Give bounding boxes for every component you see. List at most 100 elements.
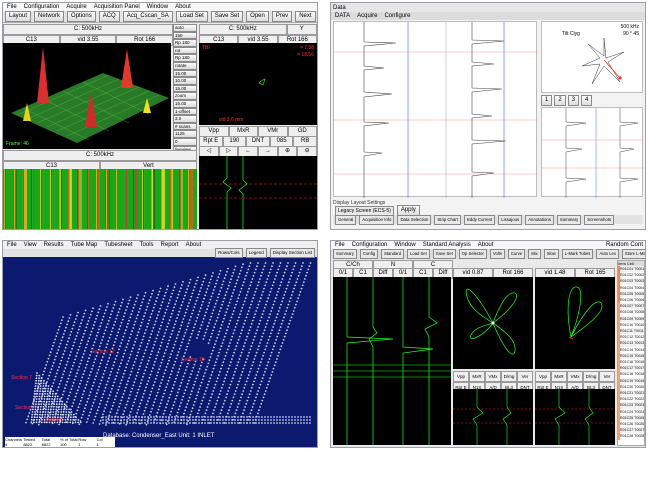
- tube-dot[interactable]: [39, 411, 42, 413]
- tube-dot[interactable]: [144, 419, 146, 421]
- tube-dot[interactable]: [84, 309, 87, 312]
- tube-dot[interactable]: [75, 416, 77, 419]
- tube-dot[interactable]: [184, 331, 187, 334]
- tube-dot[interactable]: [115, 317, 118, 320]
- tube-dot[interactable]: [144, 349, 147, 352]
- tube-dot[interactable]: [117, 409, 119, 411]
- tube-dot[interactable]: [49, 387, 52, 390]
- tube-dot[interactable]: [264, 348, 267, 351]
- tube-dot[interactable]: [252, 338, 255, 341]
- tube-dot[interactable]: [306, 422, 308, 424]
- tube-dot[interactable]: [57, 349, 60, 351]
- tube-dot[interactable]: [72, 402, 75, 404]
- tube-dot[interactable]: [78, 386, 80, 388]
- tube-dot[interactable]: [218, 330, 221, 333]
- tube-dot[interactable]: [230, 316, 233, 319]
- tube-dot[interactable]: [43, 370, 45, 373]
- tube-dot[interactable]: [231, 377, 234, 380]
- q2-tab[interactable]: Summary: [556, 214, 582, 225]
- tube-dot[interactable]: [190, 390, 193, 393]
- tube-dot[interactable]: [111, 387, 113, 390]
- tube-dot[interactable]: [92, 364, 94, 367]
- tube-dot[interactable]: [64, 421, 66, 424]
- tube-dot[interactable]: [86, 343, 88, 346]
- tube-dot[interactable]: [124, 369, 126, 372]
- tube-dot[interactable]: [270, 374, 273, 376]
- tube-dot[interactable]: [202, 375, 205, 378]
- tube-dot[interactable]: [165, 386, 168, 389]
- tube-dot[interactable]: [259, 361, 262, 364]
- tube-dot[interactable]: [80, 322, 82, 325]
- tube-dot[interactable]: [154, 360, 156, 363]
- tube-dot[interactable]: [73, 361, 75, 364]
- tube-dot[interactable]: [167, 342, 170, 345]
- tube-dot[interactable]: [129, 373, 132, 376]
- tube-dot[interactable]: [218, 351, 221, 354]
- tube-dot[interactable]: [125, 403, 128, 406]
- tube-dot[interactable]: [117, 311, 120, 314]
- tube-dot[interactable]: [151, 387, 154, 390]
- tube-dot[interactable]: [79, 342, 82, 345]
- tube-dot[interactable]: [291, 422, 293, 424]
- tube-dot[interactable]: [198, 422, 200, 424]
- tube-dot[interactable]: [36, 416, 38, 419]
- tube-dot[interactable]: [100, 322, 103, 324]
- tube-dot[interactable]: [294, 419, 296, 421]
- tube-dot[interactable]: [45, 403, 48, 406]
- tube-dot[interactable]: [187, 342, 190, 345]
- tube-dot[interactable]: [291, 419, 293, 421]
- tube-dot[interactable]: [163, 315, 166, 317]
- tube-dot[interactable]: [248, 351, 251, 354]
- tube-dot[interactable]: [143, 409, 146, 412]
- tube-dot[interactable]: [79, 399, 82, 402]
- tube-dot[interactable]: [189, 419, 191, 421]
- tube-dot[interactable]: [207, 416, 209, 418]
- tube-dot[interactable]: [74, 358, 76, 361]
- tube-dot[interactable]: [82, 393, 84, 396]
- tube-dot[interactable]: [90, 330, 93, 333]
- q4-menu-item[interactable]: About: [476, 242, 496, 248]
- tube-dot[interactable]: [283, 294, 286, 296]
- tube-dot[interactable]: [33, 413, 36, 416]
- tube-dot[interactable]: [213, 409, 215, 412]
- tube-dot[interactable]: [233, 268, 236, 271]
- tube-dot[interactable]: [123, 422, 125, 424]
- tube-dot[interactable]: [156, 334, 159, 337]
- tube-dot[interactable]: [255, 396, 257, 399]
- tube-dot[interactable]: [43, 395, 46, 398]
- tube-dot[interactable]: [118, 348, 120, 351]
- tube-dot[interactable]: [36, 372, 38, 374]
- tube-dot[interactable]: [285, 422, 287, 424]
- tube-dot[interactable]: [256, 370, 259, 373]
- q3-menu-item[interactable]: Report: [159, 242, 181, 248]
- q1-strip-chart[interactable]: [199, 156, 317, 229]
- tube-dot[interactable]: [99, 362, 102, 365]
- tube-dot[interactable]: [262, 290, 264, 293]
- tube-dot[interactable]: [253, 380, 256, 383]
- q1-side-control[interactable]: auto: [173, 24, 197, 32]
- tube-dot[interactable]: [80, 359, 83, 362]
- tube-dot[interactable]: [99, 325, 102, 328]
- tube-dot[interactable]: [49, 371, 52, 374]
- tube-dot[interactable]: [115, 337, 117, 340]
- tube-dot[interactable]: [109, 374, 111, 376]
- tube-dot[interactable]: [244, 406, 247, 408]
- tube-dot[interactable]: [121, 376, 124, 378]
- tube-dot[interactable]: [228, 386, 231, 389]
- tube-dot[interactable]: [128, 414, 131, 417]
- tube-dot[interactable]: [157, 331, 160, 333]
- tube-dot[interactable]: [260, 316, 263, 319]
- tube-dot[interactable]: [246, 271, 249, 274]
- tube-dot[interactable]: [69, 391, 72, 394]
- q1-toolbar-button[interactable]: Options: [67, 11, 96, 22]
- tube-dot[interactable]: [225, 374, 228, 376]
- tube-dot[interactable]: [156, 416, 158, 418]
- tube-dot[interactable]: [271, 370, 274, 373]
- tube-dot[interactable]: [180, 304, 183, 307]
- tube-dot[interactable]: [44, 387, 47, 390]
- tube-dot[interactable]: [265, 281, 268, 284]
- q4-strip-mid[interactable]: [453, 389, 533, 445]
- tube-dot[interactable]: [102, 416, 104, 418]
- tube-dot[interactable]: [177, 313, 180, 316]
- tube-dot[interactable]: [244, 361, 247, 364]
